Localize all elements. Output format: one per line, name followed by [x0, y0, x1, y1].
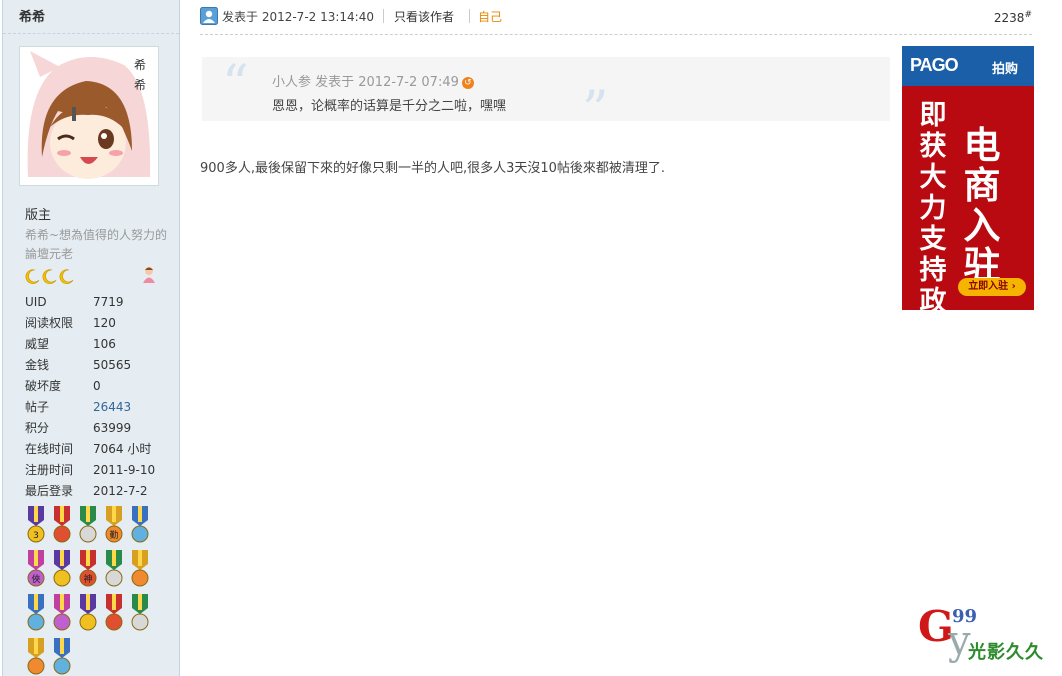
- floor-value[interactable]: 2238: [994, 11, 1025, 25]
- stat-row: 注册时间 2011-9-10: [25, 460, 155, 481]
- user-group[interactable]: 版主: [25, 204, 51, 223]
- floor-number[interactable]: 2238#: [994, 10, 1032, 25]
- stat-row: 在线时间 7064 小时: [25, 439, 155, 460]
- quote-block: “ 小人参 发表于 2012-7-2 07:49 ↺ 恩恩，论概率的话算是千分之二…: [202, 55, 890, 137]
- divider: [469, 9, 470, 23]
- user-stats: UID 7719 阅读权限 120 威望 106 金钱 50565 破坏度 0 帖子 264…: [25, 292, 155, 502]
- only-author-link[interactable]: 只看该作者: [394, 8, 454, 25]
- ad-banner[interactable]: PAGO 拍购 即获大力支持政策 电商入驻 立即入驻 ›: [902, 46, 1034, 310]
- medal-icon[interactable]: [77, 594, 99, 632]
- quote-meta: 小人参 发表于 2012-7-2 07:49 ↺: [272, 71, 474, 90]
- medal-icon[interactable]: [77, 506, 99, 544]
- medal-icon[interactable]: 神: [77, 550, 99, 588]
- post-header: 发表于 2012-7-2 13:14:40 只看该作者 自己 2238#: [200, 4, 1032, 32]
- ad-join-button[interactable]: 立即入驻 ›: [958, 278, 1026, 296]
- stat-label: 最后登录: [25, 484, 74, 498]
- avatar[interactable]: 希 希: [19, 46, 159, 186]
- stat-row: 最后登录 2012-7-2: [25, 481, 155, 502]
- user-motto: 希希~想為值得的人努力的論壇元老: [25, 228, 168, 261]
- open-quote-icon: “: [222, 55, 249, 115]
- stat-value: 50565: [93, 358, 132, 372]
- stat-value: 106: [93, 337, 116, 351]
- stat-value: 2011-9-10: [93, 463, 156, 477]
- ad-left-text: 即获大力支持政策: [919, 100, 947, 310]
- stat-label: 金钱: [25, 358, 50, 372]
- medal-icon[interactable]: 勤: [103, 506, 125, 544]
- stat-value: 7719: [93, 295, 124, 309]
- stat-value: 120: [93, 316, 116, 330]
- site-watermark-logo: G 99 y 光影久久: [918, 602, 1058, 664]
- stat-label: 帖子: [25, 400, 50, 414]
- quote-text: 恩恩，论概率的话算是千分之二啦，嘿嘿: [272, 99, 507, 114]
- divider: [383, 9, 384, 23]
- moon-icon: [25, 269, 40, 284]
- stat-value: 2012-7-2: [93, 484, 148, 498]
- ad-brand: PAGO: [910, 55, 959, 75]
- svg-text:希: 希: [134, 77, 146, 92]
- stat-row: 积分 63999: [25, 418, 155, 439]
- medal-icon[interactable]: [51, 638, 73, 676]
- stat-label: 注册时间: [25, 463, 74, 477]
- stat-value: 63999: [93, 421, 132, 435]
- medal-icon[interactable]: [51, 550, 73, 588]
- quote-author-time: 小人参 发表于 2012-7-2 07:49: [272, 75, 459, 90]
- posts-count-link[interactable]: 26443: [93, 397, 131, 418]
- moon-icon: [42, 269, 57, 284]
- stat-row: 帖子 26443: [25, 397, 155, 418]
- close-quote-icon: ”: [582, 81, 609, 141]
- self-label: 自己: [478, 10, 503, 24]
- medal-icon[interactable]: [51, 506, 73, 544]
- medal-icon[interactable]: [25, 638, 47, 676]
- back-to-post-icon[interactable]: ↺: [461, 76, 474, 89]
- stat-label: UID: [25, 295, 47, 309]
- stat-row: 破坏度 0: [25, 376, 155, 397]
- ad-header: PAGO 拍购: [902, 46, 1034, 86]
- stat-row: 阅读权限 120: [25, 313, 155, 334]
- stat-label: 破坏度: [25, 379, 62, 393]
- moon-icon: [59, 269, 74, 284]
- female-gender-icon: [143, 267, 155, 283]
- stat-row: 威望 106: [25, 334, 155, 355]
- username[interactable]: 希希: [19, 6, 45, 25]
- stat-row: UID 7719: [25, 292, 155, 313]
- post-time: 发表于 2012-7-2 13:14:40: [222, 10, 374, 24]
- medal-icon[interactable]: 俠: [25, 550, 47, 588]
- stat-label: 威望: [25, 337, 50, 351]
- rank-stars: [25, 268, 75, 284]
- medal-label: 俠: [31, 573, 40, 585]
- ad-brand-cn: 拍购: [992, 62, 1019, 77]
- stat-label: 阅读权限: [25, 316, 74, 330]
- svg-text:希: 希: [134, 57, 146, 72]
- medal-label: 3: [33, 531, 39, 541]
- medal-icon[interactable]: [51, 594, 73, 632]
- stat-label: 在线时间: [25, 442, 74, 456]
- post-message: 900多人,最後保留下來的好像只剩一半的人吧,很多人3天沒10帖後來都被清理了.: [200, 161, 666, 176]
- ad-right-text: 电商入驻: [963, 124, 1001, 287]
- stat-value: 0: [93, 379, 101, 393]
- medal-icon[interactable]: [25, 594, 47, 632]
- online-user-icon: [200, 7, 218, 25]
- medal-icon[interactable]: [103, 550, 125, 588]
- medal-list: 3 勤俠 神: [25, 506, 175, 676]
- divider: [3, 33, 179, 34]
- medal-icon[interactable]: [129, 506, 151, 544]
- medal-icon[interactable]: [103, 594, 125, 632]
- floor-mark: #: [1024, 10, 1032, 20]
- stat-value: 7064 小时: [93, 442, 152, 456]
- stat-label: 积分: [25, 421, 50, 435]
- user-sidebar: 希希 希 希 版主 希希~想為值得的人努力的論壇元老 UID 7719 阅读权限…: [2, 0, 180, 676]
- watermark-text: 光影久久: [968, 642, 1044, 663]
- divider: [200, 34, 1032, 35]
- medal-label: 勤: [109, 529, 118, 541]
- medal-icon[interactable]: [129, 550, 151, 588]
- medal-icon[interactable]: 3: [25, 506, 47, 544]
- medal-label: 神: [83, 573, 92, 585]
- stat-row: 金钱 50565: [25, 355, 155, 376]
- medal-icon[interactable]: [129, 594, 151, 632]
